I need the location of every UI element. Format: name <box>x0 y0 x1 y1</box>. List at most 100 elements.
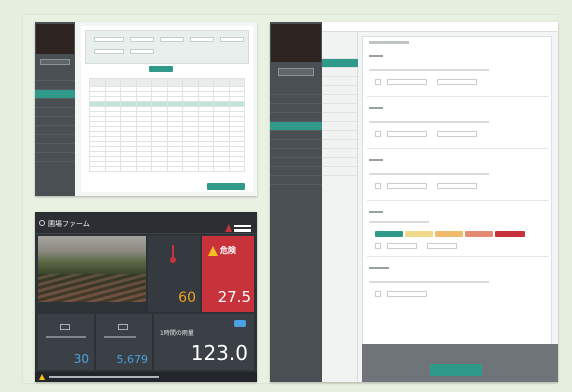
level-chip[interactable] <box>495 231 525 237</box>
setting-field[interactable] <box>387 131 427 137</box>
metric-b-value: 5,679 <box>116 353 149 366</box>
setting-checkbox[interactable] <box>375 79 381 85</box>
sub-nav-item[interactable] <box>322 131 358 140</box>
setting-field[interactable] <box>437 183 477 189</box>
sensor-icon <box>60 324 70 330</box>
sidebar-item[interactable] <box>35 117 75 126</box>
humidity-value: 60 <box>178 290 196 306</box>
setting-section <box>367 101 549 149</box>
sidebar-item[interactable] <box>35 126 75 135</box>
sidebar-item[interactable] <box>35 72 75 81</box>
sidebar-item[interactable] <box>35 81 75 90</box>
sub-nav-item[interactable] <box>322 77 358 86</box>
level-chip[interactable] <box>405 231 433 237</box>
sidebar-item[interactable] <box>270 86 322 95</box>
sidebar-button[interactable] <box>278 68 314 76</box>
sub-nav-item[interactable] <box>322 95 358 104</box>
sub-nav-item[interactable] <box>322 50 358 59</box>
field-camera-image <box>38 236 146 302</box>
setting-field[interactable] <box>387 183 427 189</box>
export-button[interactable] <box>207 183 245 190</box>
rainfall-label: 1時間の雨量 <box>160 330 194 337</box>
warning-icon <box>39 374 45 380</box>
pagination[interactable] <box>141 186 191 190</box>
setting-field[interactable] <box>387 243 417 249</box>
sidebar-item[interactable] <box>35 108 75 117</box>
sub-nav-item[interactable] <box>322 104 358 113</box>
sub-nav-item[interactable] <box>322 158 358 167</box>
sidebar-item[interactable] <box>270 140 322 149</box>
sub-nav-item-active[interactable] <box>322 59 358 68</box>
dashboard-screen-thumbnail: 圃場ファーム 60 危険 27.5 30 5,679 1時間の雨量 123.0 <box>35 212 257 382</box>
sub-nav-item[interactable] <box>322 167 358 176</box>
logo <box>271 24 321 62</box>
sidebar-item[interactable] <box>35 135 75 144</box>
setting-checkbox[interactable] <box>375 183 381 189</box>
sidebar-item-active[interactable] <box>35 90 75 99</box>
sidebar-item[interactable] <box>270 149 322 158</box>
filter-input[interactable] <box>130 37 154 42</box>
sidebar-item[interactable] <box>270 131 322 140</box>
sidebar-item[interactable] <box>35 144 75 153</box>
level-chip[interactable] <box>435 231 463 237</box>
level-chip[interactable] <box>465 231 493 237</box>
sidebar-item[interactable] <box>270 113 322 122</box>
form-footer <box>362 344 558 382</box>
main-content <box>81 26 253 192</box>
search-button[interactable] <box>149 66 173 72</box>
table-row[interactable] <box>89 166 245 172</box>
dashboard-header: 圃場ファーム <box>35 212 257 234</box>
setting-section <box>367 261 549 307</box>
sidebar-item[interactable] <box>35 153 75 162</box>
thermometer-icon <box>170 245 176 263</box>
sub-nav-item[interactable] <box>322 113 358 122</box>
settings-form <box>362 36 552 348</box>
sub-nav-item[interactable] <box>322 140 358 149</box>
metric-a-value: 30 <box>73 352 89 366</box>
setting-field[interactable] <box>437 131 477 137</box>
setting-field[interactable] <box>387 79 427 85</box>
sub-nav-item[interactable] <box>322 149 358 158</box>
sub-nav-item[interactable] <box>322 86 358 95</box>
temperature-value: 27.5 <box>217 288 251 306</box>
sub-navigation <box>322 32 358 382</box>
setting-field[interactable] <box>437 79 477 85</box>
sidebar-button[interactable] <box>40 59 70 65</box>
filter-input[interactable] <box>190 37 214 42</box>
sidebar-item[interactable] <box>270 167 322 176</box>
sidebar-item[interactable] <box>270 176 322 185</box>
sidebar <box>270 22 322 382</box>
sub-nav-item[interactable] <box>322 122 358 131</box>
sidebar-item-active[interactable] <box>270 122 322 131</box>
filter-input[interactable] <box>220 37 244 42</box>
top-bar <box>322 22 558 32</box>
filter-input[interactable] <box>94 49 124 54</box>
logo <box>36 24 74 54</box>
table-header-row <box>89 78 245 87</box>
sidebar-item[interactable] <box>270 104 322 113</box>
save-button[interactable] <box>430 364 482 376</box>
cloud-icon <box>234 320 246 327</box>
form-title <box>369 41 409 44</box>
setting-section-levels <box>367 205 549 257</box>
setting-checkbox[interactable] <box>375 243 381 249</box>
filter-panel <box>85 30 249 64</box>
setting-section <box>367 153 549 201</box>
sidebar-item[interactable] <box>270 95 322 104</box>
filter-input[interactable] <box>130 49 154 54</box>
filter-input[interactable] <box>160 37 184 42</box>
level-chip[interactable] <box>375 231 403 237</box>
setting-checkbox[interactable] <box>375 291 381 297</box>
sub-nav-item[interactable] <box>322 68 358 77</box>
list-screen-thumbnail <box>35 22 257 196</box>
sensor-icon <box>118 324 128 330</box>
sidebar-item[interactable] <box>35 99 75 108</box>
humidity-tile: 60 <box>148 236 200 312</box>
setting-field[interactable] <box>427 243 457 249</box>
filter-input[interactable] <box>94 37 124 42</box>
data-table <box>89 78 245 172</box>
setting-field[interactable] <box>387 291 427 297</box>
setting-checkbox[interactable] <box>375 131 381 137</box>
setting-section <box>367 51 549 97</box>
sidebar-item[interactable] <box>270 158 322 167</box>
